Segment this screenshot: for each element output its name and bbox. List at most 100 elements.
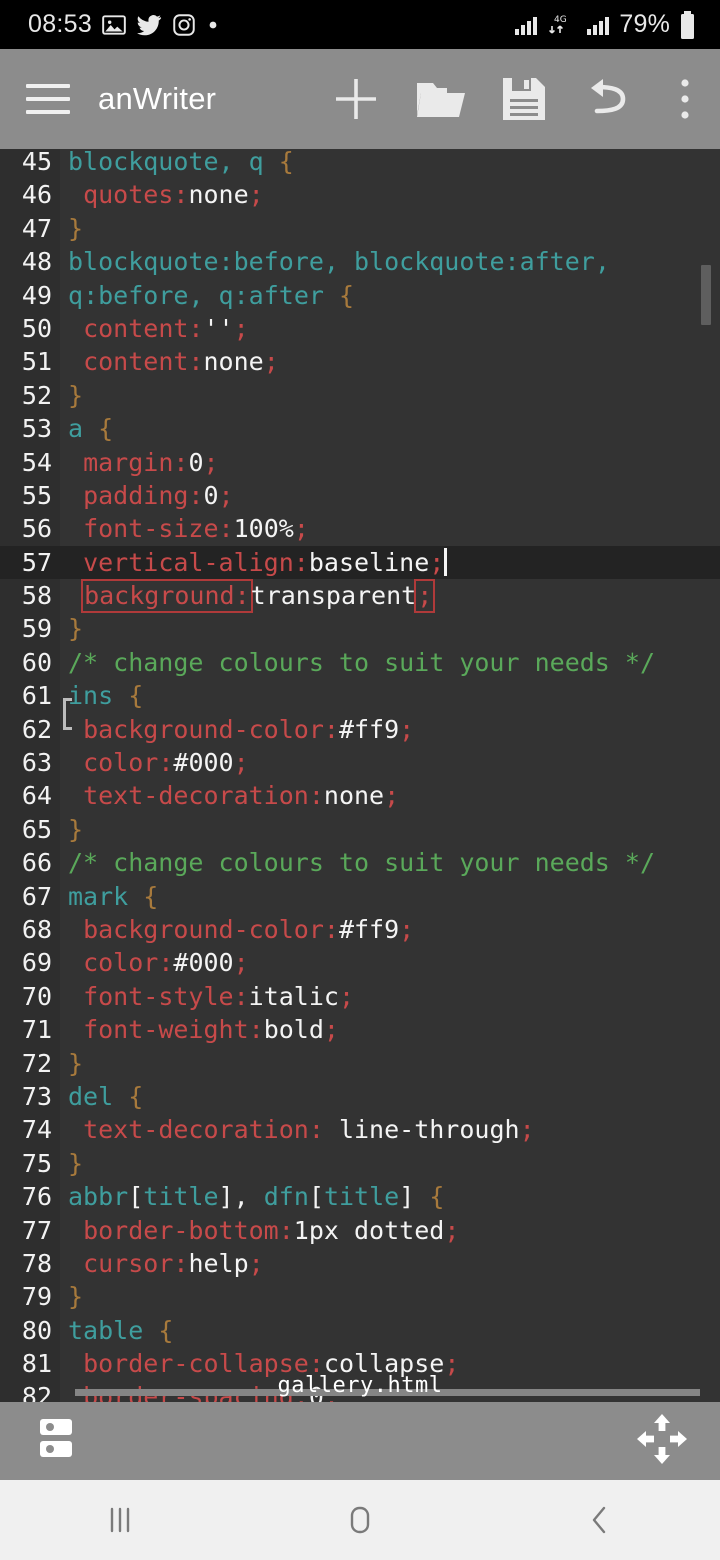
code-token: , (323, 247, 354, 277)
snippets-list-button[interactable] (38, 1416, 86, 1467)
line-text: table { (68, 1314, 173, 1347)
code-token: : (83, 280, 99, 310)
code-line[interactable]: 58 background:transparent; (0, 579, 720, 614)
open-file-button[interactable] (398, 49, 482, 149)
code-token: color (83, 948, 159, 978)
code-line[interactable]: 64 text-decoration:none; (0, 779, 720, 812)
save-file-button[interactable] (482, 49, 566, 149)
line-number: 57 (21, 547, 52, 577)
code-line[interactable]: 46 quotes:none; (0, 178, 720, 211)
code-line[interactable]: 68 background-color:#ff9; (0, 913, 720, 946)
code-token: content (83, 313, 189, 343)
code-line[interactable]: 72} (0, 1047, 720, 1080)
code-token: 0 (203, 480, 219, 510)
line-number: 46 (21, 180, 52, 210)
code-line[interactable]: 48 blockquote:before, blockquote:after, (0, 245, 720, 278)
code-token: blockquote (354, 247, 505, 277)
line-number: 71 (21, 1015, 52, 1045)
code-token: quotes (83, 180, 174, 210)
code-token: text-decoration (83, 781, 309, 811)
code-line[interactable]: 66 /* change colours to suit your needs *… (0, 846, 720, 879)
code-token: #000 (173, 948, 234, 978)
hamburger-menu-icon[interactable] (26, 84, 70, 114)
code-line[interactable]: 71 font-weight:bold; (0, 1013, 720, 1046)
code-line[interactable]: 69 color:#000; (0, 946, 720, 979)
code-editor[interactable]: 45 blockquote, q {46 quotes:none; 47} 48 blo… (0, 149, 720, 1402)
code-token: : (308, 781, 324, 811)
code-line[interactable]: 62 background-color:#ff9; (0, 713, 720, 746)
code-line[interactable]: 73 del { (0, 1080, 720, 1113)
code-line[interactable]: 49 q:before, q:after { (0, 279, 720, 312)
code-line[interactable]: 79} (0, 1280, 720, 1313)
undo-arrow-icon (583, 77, 633, 121)
code-token: [ (128, 1182, 144, 1212)
new-file-button[interactable] (314, 49, 398, 149)
code-token: blockquote (68, 149, 219, 176)
code-line[interactable]: 74 text-decoration: line-through; (0, 1113, 720, 1146)
code-line[interactable]: 55 padding:0; (0, 479, 720, 512)
overflow-menu-button[interactable] (650, 49, 720, 149)
code-line[interactable]: 51 content:none; (0, 345, 720, 378)
plus-icon (331, 74, 381, 124)
code-line[interactable]: 77 border-bottom:1px dotted; (0, 1214, 720, 1247)
code-line[interactable]: 76 abbr[title], dfn[title] { (0, 1180, 720, 1213)
vertical-scrollbar[interactable] (701, 265, 711, 325)
code-line[interactable]: 61 ins { (0, 679, 720, 712)
code-token: { (339, 280, 355, 310)
line-number: 67 (21, 881, 52, 911)
back-button[interactable] (480, 1503, 720, 1537)
code-token: } (68, 213, 84, 243)
code-line[interactable]: 80 table { (0, 1314, 720, 1347)
move-pad-button[interactable] (636, 1413, 688, 1470)
code-line[interactable]: 78 cursor:help; (0, 1247, 720, 1280)
code-line[interactable]: 63 color:#000; (0, 746, 720, 779)
code-token: ; (444, 1215, 460, 1245)
code-token: , (233, 1182, 264, 1212)
code-token: : (188, 313, 204, 343)
code-token: 100% (233, 514, 294, 544)
home-button[interactable] (240, 1503, 480, 1537)
code-token: : (173, 180, 189, 210)
line-text: margin:0; (68, 446, 219, 479)
code-token: : (248, 1015, 264, 1045)
code-token: : (173, 447, 189, 477)
code-line[interactable]: 56 font-size:100%; (0, 512, 720, 545)
code-line[interactable]: 54 margin:0; (0, 446, 720, 479)
code-token: mark (68, 881, 129, 911)
line-number: 51 (21, 347, 52, 377)
code-line[interactable]: 70 font-style:italic; (0, 980, 720, 1013)
code-line[interactable]: 50 content:''; (0, 312, 720, 345)
text-selection-handle[interactable] (63, 698, 72, 730)
code-line[interactable]: 65} (0, 813, 720, 846)
data-transfer-icon: 4G (547, 13, 577, 37)
code-text-area[interactable]: 45 blockquote, q {46 quotes:none; 47} 48 blo… (0, 149, 720, 1402)
code-token: : (188, 347, 204, 377)
code-token: , (218, 149, 249, 176)
code-line[interactable]: 60 /* change colours to suit your needs *… (0, 646, 720, 679)
code-line[interactable]: 59} (0, 612, 720, 645)
line-text: a { (68, 412, 113, 445)
code-line[interactable]: 45 blockquote, q { (0, 149, 720, 178)
code-line[interactable]: 75} (0, 1147, 720, 1180)
code-line[interactable]: 53 a { (0, 412, 720, 445)
code-line[interactable]: 67 mark { (0, 880, 720, 913)
line-number: 52 (21, 380, 52, 410)
code-line[interactable]: 47} (0, 212, 720, 245)
recents-button[interactable] (0, 1503, 240, 1537)
code-line[interactable]: 57 vertical-align:baseline; (0, 545, 720, 580)
code-token: : (504, 247, 520, 277)
code-line[interactable]: 52} (0, 379, 720, 412)
line-text: background-color:#ff9; (68, 913, 414, 946)
line-number: 80 (21, 1315, 52, 1345)
code-token: #000 (173, 748, 234, 778)
code-token: q (68, 280, 84, 310)
undo-button[interactable] (566, 49, 650, 149)
line-text: color:#000; (68, 746, 249, 779)
